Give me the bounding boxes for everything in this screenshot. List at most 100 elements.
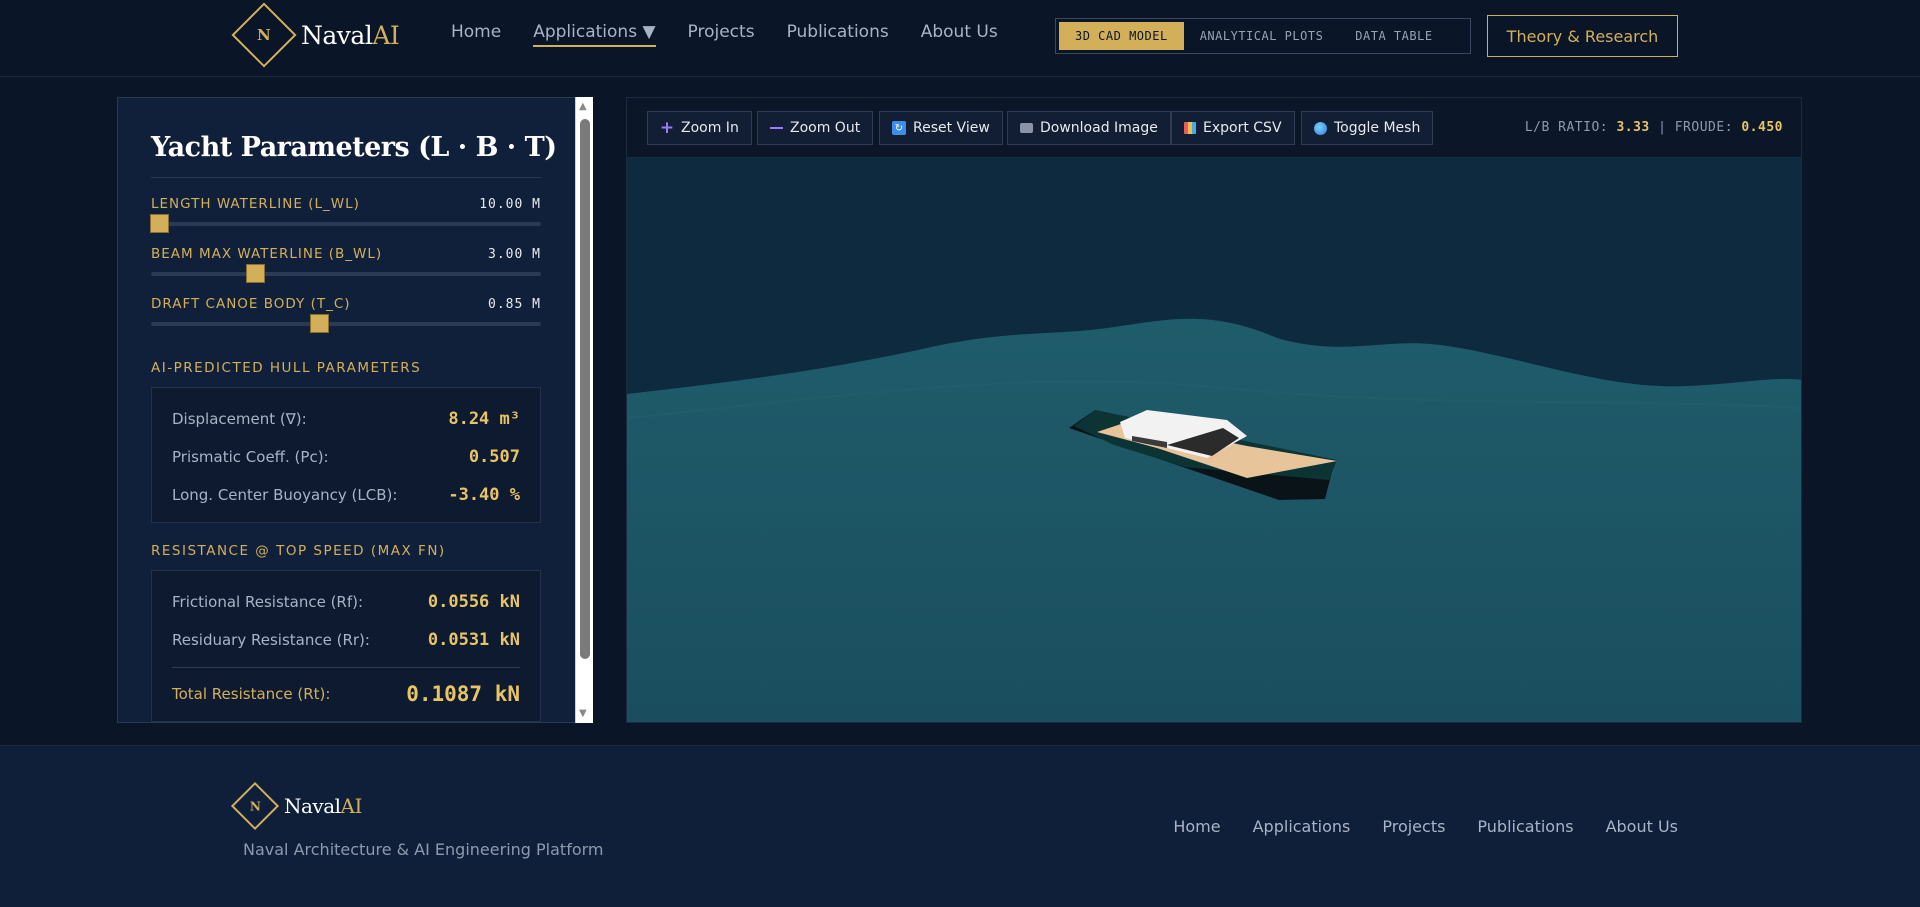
brand-name-main: Naval: [284, 794, 341, 818]
footer-nav-applications[interactable]: Applications: [1253, 817, 1351, 836]
metric-value: 0.507: [468, 447, 520, 467]
slider-thumb[interactable]: [309, 314, 329, 333]
tab-3d-cad-model[interactable]: 3D CAD MODEL: [1059, 22, 1184, 50]
camera-icon: [1020, 123, 1033, 133]
metric-value: 0.0556 kN: [427, 592, 520, 612]
metric-row: Residuary Resistance (Rr): 0.0531 kN: [172, 621, 520, 659]
footer-nav-projects[interactable]: Projects: [1382, 817, 1445, 836]
slider-beam-waterline: BEAM MAX WATERLINE (B_WL) 3.00 M: [151, 246, 541, 283]
cad-viewer: + Zoom In Zoom Out ↻ Reset View Download…: [626, 97, 1802, 723]
metric-label: Displacement (∇):: [172, 410, 307, 428]
scroll-up-icon[interactable]: ▲: [579, 102, 587, 112]
panel-content: Yacht Parameters (L · B · T) LENGTH WATE…: [150, 132, 557, 722]
brand-logo[interactable]: N NavalAI: [231, 2, 400, 68]
export-csv-button[interactable]: Export CSV: [1171, 111, 1295, 145]
slider-track[interactable]: [151, 264, 541, 283]
site-header: N NavalAI Home Applications ▼ Projects P…: [0, 0, 1920, 77]
download-image-label: Download Image: [1040, 120, 1158, 136]
slider-track[interactable]: [150, 214, 541, 233]
brand-name-accent: AI: [372, 20, 400, 50]
reset-icon: ↻: [892, 121, 906, 135]
footer-nav-publications[interactable]: Publications: [1477, 817, 1573, 836]
panel-scrollbar[interactable]: ▲ ▼: [575, 97, 593, 723]
metric-row: Long. Center Buoyancy (LCB): -3.40 %: [172, 476, 520, 514]
3d-scene-canvas[interactable]: [627, 158, 1802, 723]
viewer-toolbar: + Zoom In Zoom Out ↻ Reset View Download…: [627, 98, 1801, 158]
scroll-thumb[interactable]: [580, 119, 590, 659]
footer-brand-logo[interactable]: N NavalAI: [230, 781, 362, 831]
export-csv-label: Export CSV: [1203, 120, 1282, 136]
hull-metrics-box: Displacement (∇): 8.24 m³ Prismatic Coef…: [151, 387, 541, 523]
hull-section-title: AI-PREDICTED HULL PARAMETERS: [151, 360, 422, 376]
slider-value: 3.00 M: [488, 246, 541, 262]
theory-research-button[interactable]: Theory & Research: [1487, 15, 1678, 57]
metric-value: 0.1087 kN: [406, 681, 520, 706]
resistance-metrics-box: Frictional Resistance (Rf): 0.0556 kN Re…: [151, 570, 541, 722]
lb-ratio-label: L/B RATIO:: [1524, 120, 1609, 135]
footer-nav-about[interactable]: About Us: [1606, 817, 1678, 836]
froude-value: 0.450: [1741, 120, 1783, 135]
lb-ratio-value: 3.33: [1616, 120, 1650, 135]
resistance-section-title: RESISTANCE @ TOP SPEED (MAX FN): [151, 543, 446, 559]
slider-length-waterline: LENGTH WATERLINE (L_WL) 10.00 M: [150, 196, 541, 233]
metric-label: Total Resistance (Rt):: [172, 684, 331, 703]
plus-icon: +: [659, 118, 675, 138]
ratio-readout: L/B RATIO: 3.33 | FROUDE: 0.450: [1525, 120, 1783, 135]
zoom-out-button[interactable]: Zoom Out: [757, 111, 874, 145]
metric-row: Frictional Resistance (Rf): 0.0556 kN: [172, 583, 520, 621]
site-footer: N NavalAI Naval Architecture & AI Engine…: [0, 745, 1920, 907]
slider-label: LENGTH WATERLINE (L_WL): [151, 196, 360, 212]
logo-diamond-icon: N: [231, 2, 297, 68]
panel-title: Yacht Parameters (L · B · T): [151, 132, 557, 178]
brand-name-main: Naval: [301, 20, 373, 50]
slider-thumb[interactable]: [246, 264, 266, 283]
logo-diamond-icon: N: [230, 781, 280, 831]
metric-row: Displacement (∇): 8.24 m³: [172, 400, 520, 438]
footer-nav-home[interactable]: Home: [1173, 817, 1220, 836]
yacht-parameters-panel: Yacht Parameters (L · B · T) LENGTH WATE…: [117, 97, 593, 723]
metric-row: Prismatic Coeff. (Pc): 0.507: [172, 438, 520, 476]
footer-tagline: Naval Architecture & AI Engineering Plat…: [243, 840, 604, 859]
nav-publications[interactable]: Publications: [787, 22, 889, 47]
slider-value: 0.85 M: [488, 296, 541, 312]
download-image-button[interactable]: Download Image: [1007, 111, 1171, 145]
tab-data-table[interactable]: DATA TABLE: [1339, 22, 1448, 50]
slider-label: BEAM MAX WATERLINE (B_WL): [151, 246, 383, 262]
slider-track[interactable]: [151, 314, 541, 333]
toggle-mesh-button[interactable]: Toggle Mesh: [1301, 111, 1434, 145]
slider-label: DRAFT CANOE BODY (T_C): [151, 296, 351, 312]
slider-thumb[interactable]: [150, 214, 169, 233]
metric-label: Frictional Resistance (Rf):: [172, 593, 364, 611]
nav-projects[interactable]: Projects: [688, 22, 755, 47]
metric-label: Prismatic Coeff. (Pc):: [172, 448, 329, 466]
tab-analytical-plots[interactable]: ANALYTICAL PLOTS: [1184, 22, 1340, 50]
metric-value: 8.24 m³: [448, 409, 520, 429]
globe-icon: [1314, 121, 1327, 135]
nav-about[interactable]: About Us: [921, 22, 998, 47]
total-resistance-row: Total Resistance (Rt): 0.1087 kN: [172, 667, 520, 713]
logo-initial: N: [249, 799, 261, 813]
zoom-out-label: Zoom Out: [790, 120, 861, 136]
footer-nav: Home Applications Projects Publications …: [1141, 817, 1678, 836]
zoom-in-label: Zoom In: [681, 120, 739, 136]
zoom-in-button[interactable]: + Zoom In: [647, 111, 752, 145]
scroll-down-icon[interactable]: ▼: [579, 709, 587, 719]
froude-label: FROUDE:: [1674, 120, 1734, 135]
view-mode-tabs: 3D CAD MODEL ANALYTICAL PLOTS DATA TABLE: [1055, 18, 1471, 54]
brand-name-accent: AI: [340, 794, 363, 818]
minus-icon: [770, 127, 783, 129]
reset-view-label: Reset View: [913, 120, 990, 136]
nav-applications[interactable]: Applications ▼: [533, 22, 656, 47]
slider-draft-canoe-body: DRAFT CANOE BODY (T_C) 0.85 M: [151, 296, 541, 333]
logo-initial: N: [257, 26, 271, 44]
readout-separator: |: [1658, 120, 1667, 135]
metric-label: Residuary Resistance (Rr):: [172, 631, 370, 649]
nav-home[interactable]: Home: [451, 22, 501, 47]
chart-icon: [1184, 122, 1196, 134]
metric-value: -3.40 %: [448, 485, 520, 505]
slider-value: 10.00 M: [479, 196, 541, 212]
toggle-mesh-label: Toggle Mesh: [1334, 120, 1421, 136]
brand-name: NavalAI: [284, 794, 362, 818]
reset-view-button[interactable]: ↻ Reset View: [879, 111, 1003, 145]
brand-name: NavalAI: [301, 20, 400, 50]
